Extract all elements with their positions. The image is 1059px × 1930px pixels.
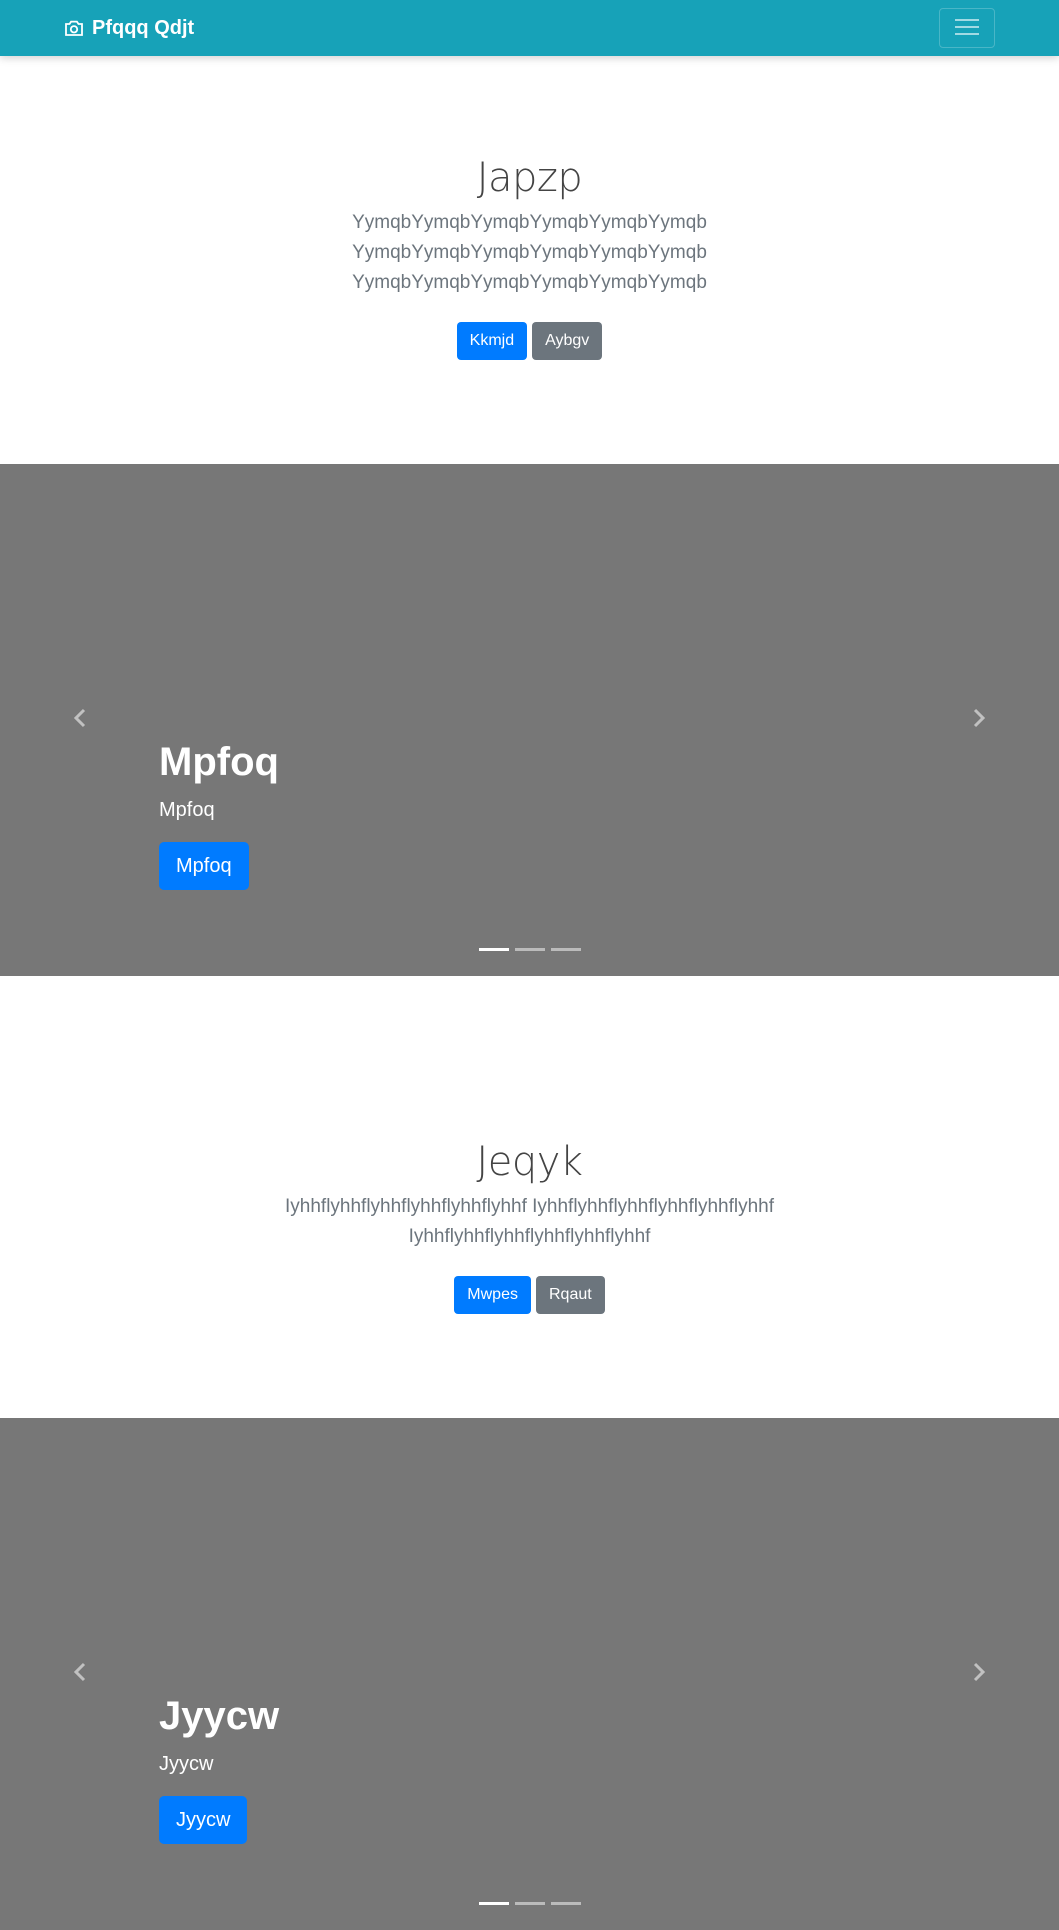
navbar-toggler-button[interactable] (939, 8, 995, 48)
carousel-next-button[interactable] (939, 464, 1019, 976)
button-group: Mwpes Rqaut (0, 1276, 1059, 1314)
carousel-prev-button[interactable] (40, 464, 120, 976)
carousel-indicators (0, 948, 1059, 951)
lead-line: Iyhhflyhhflyhhflyhhflyhhflyhhf Iyhhflyhh… (285, 1196, 774, 1217)
carousel-indicator[interactable] (514, 948, 545, 951)
carousel-cta-button[interactable]: Jyycw (159, 1796, 248, 1844)
carousel-1: Mpfoq Mpfoq Mpfoq (0, 464, 1059, 976)
carousel-2: Jyycw Jyycw Jyycw (0, 1418, 1059, 1930)
carousel-caption: Mpfoq Mpfoq Mpfoq (159, 738, 279, 890)
hero-section-2: Jeqyk Iyhhflyhhflyhhflyhhflyhhflyhhf Iyh… (0, 976, 1059, 1418)
carousel-heading: Jyycw (159, 1694, 280, 1738)
chevron-right-icon (972, 708, 986, 733)
secondary-button[interactable]: Aybgv (532, 322, 603, 360)
primary-button[interactable]: Kkmjd (456, 322, 528, 360)
chevron-right-icon (972, 1662, 986, 1687)
carousel-indicators (0, 1902, 1059, 1905)
camera-icon (64, 19, 84, 37)
chevron-left-icon (73, 708, 87, 733)
primary-button[interactable]: Mwpes (454, 1276, 531, 1314)
lead-line: Iyhhflyhhflyhhflyhhflyhhflyhhf (408, 1226, 651, 1247)
navbar: Pfqqq Qdjt (0, 0, 1059, 56)
chevron-left-icon (73, 1662, 87, 1687)
lead-line: YymqbYymqbYymqbYymqbYymqbYymqb (352, 212, 707, 233)
navbar-brand[interactable]: Pfqqq Qdjt (64, 0, 194, 56)
carousel-text: Mpfoq (159, 799, 215, 821)
carousel-prev-button[interactable] (40, 1418, 120, 1930)
carousel-indicator[interactable] (550, 948, 581, 951)
hero-section-1: Japzp YymqbYymqbYymqbYymqbYymqbYymqb Yym… (0, 56, 1059, 464)
lead-line: YymqbYymqbYymqbYymqbYymqbYymqb (352, 272, 707, 293)
carousel-indicator[interactable] (550, 1902, 581, 1905)
carousel-indicator[interactable] (478, 1902, 509, 1905)
hamburger-icon (952, 15, 982, 42)
carousel-caption: Jyycw Jyycw Jyycw (159, 1692, 279, 1844)
carousel-indicator[interactable] (478, 948, 509, 951)
carousel-indicator[interactable] (514, 1902, 545, 1905)
carousel-cta-button[interactable]: Mpfoq (159, 842, 249, 890)
section-title: Jeqyk (476, 1139, 583, 1185)
carousel-next-button[interactable] (939, 1418, 1019, 1930)
lead-line: YymqbYymqbYymqbYymqbYymqbYymqb (352, 242, 707, 263)
button-group: Kkmjd Aybgv (0, 322, 1059, 360)
secondary-button[interactable]: Rqaut (535, 1276, 605, 1314)
carousel-text: Jyycw (159, 1753, 214, 1775)
carousel-heading: Mpfoq (159, 740, 279, 784)
brand-text: Pfqqq Qdjt (92, 16, 195, 39)
section-title: Japzp (476, 155, 583, 201)
